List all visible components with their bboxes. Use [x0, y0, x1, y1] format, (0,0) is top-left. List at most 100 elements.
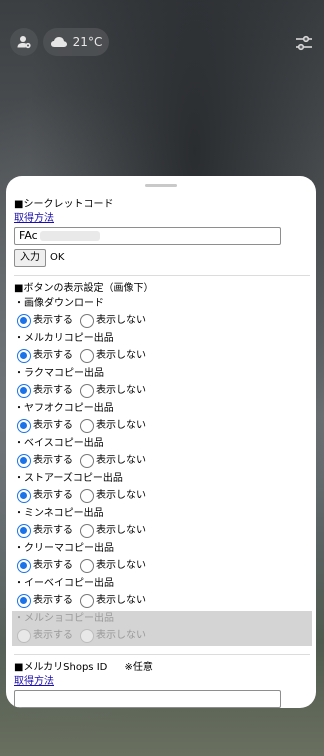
radio-button[interactable]	[80, 559, 94, 573]
setting-label: ・メルカリコピー出品	[14, 333, 114, 344]
radio-label: 表示する	[33, 525, 73, 536]
radio-group: 表示する 表示しない	[14, 451, 310, 471]
setting-label: ・ヤフオクコピー出品	[14, 403, 114, 414]
setting-group: ・ストアーズコピー出品 表示する 表示しない	[14, 471, 310, 506]
show-option[interactable]: 表示する	[14, 594, 73, 608]
setting-label: ・クリーマコピー出品	[14, 543, 114, 554]
temperature-label: 21°C	[72, 35, 103, 49]
radio-label: 表示しない	[96, 595, 146, 606]
setting-group: ・イーベイコピー出品 表示する 表示しない	[14, 576, 310, 611]
hide-option[interactable]: 表示しない	[77, 384, 146, 398]
hide-option[interactable]: 表示しない	[77, 349, 146, 363]
radio-label: 表示しない	[96, 525, 146, 536]
radio-button[interactable]	[17, 384, 31, 398]
radio-label: 表示する	[33, 455, 73, 466]
setting-label: ・画像ダウンロード	[14, 298, 104, 309]
hide-option: 表示しない	[77, 629, 146, 643]
show-option[interactable]: 表示する	[14, 559, 73, 573]
hide-option[interactable]: 表示しない	[77, 489, 146, 503]
radio-button[interactable]	[17, 314, 31, 328]
radio-label: 表示する	[33, 420, 73, 431]
radio-group: 表示する 表示しない	[14, 556, 310, 576]
radio-button[interactable]	[17, 419, 31, 433]
setting-group: ・ヤフオクコピー出品表示する 表示しない	[14, 401, 310, 436]
radio-label: 表示する	[33, 385, 73, 396]
radio-label: 表示しない	[96, 350, 146, 361]
display-settings-list: ・画像ダウンロード 表示する 表示しない ・メルカリコピー出品 表示する 表示しない ・ラク…	[12, 296, 312, 646]
radio-button[interactable]	[80, 314, 94, 328]
setting-label: ・ベイスコピー出品	[14, 438, 104, 449]
radio-group: 表示する 表示しない	[14, 626, 312, 646]
radio-group: 表示する 表示しない	[14, 381, 310, 401]
show-option[interactable]: 表示する	[14, 314, 73, 328]
shops-id-how-to-link[interactable]: 取得方法	[14, 675, 310, 689]
radio-label: 表示しない	[96, 560, 146, 571]
section-divider	[14, 654, 310, 655]
radio-button[interactable]	[80, 489, 94, 503]
show-option[interactable]: 表示する	[14, 419, 73, 433]
radio-label: 表示する	[33, 350, 73, 361]
radio-button[interactable]	[17, 524, 31, 538]
radio-group: 表示する 表示しない	[14, 521, 310, 541]
radio-label: 表示しない	[96, 385, 146, 396]
display-settings-heading: ■ボタンの表示設定（画像下）	[14, 283, 154, 294]
radio-label: 表示しない	[96, 315, 146, 326]
submit-code-button[interactable]: 入力	[14, 249, 46, 267]
show-option[interactable]: 表示する	[14, 489, 73, 503]
shops-id-input[interactable]	[14, 690, 281, 708]
radio-button	[17, 629, 31, 643]
sliders-icon	[296, 35, 312, 51]
weather-widget[interactable]: 21°C	[43, 28, 109, 56]
settings-button[interactable]	[292, 31, 316, 55]
radio-group: 表示する 表示しない	[14, 486, 310, 506]
radio-group: 表示する 表示しない	[14, 311, 310, 331]
radio-group: 表示する 表示しない	[14, 416, 310, 436]
radio-button[interactable]	[80, 349, 94, 363]
hide-option[interactable]: 表示しない	[77, 419, 146, 433]
radio-button[interactable]	[80, 419, 94, 433]
code-status-text: OK	[50, 252, 65, 263]
radio-label: 表示する	[33, 560, 73, 571]
secret-code-heading: ■シークレットコード	[14, 199, 114, 210]
radio-button[interactable]	[17, 489, 31, 503]
radio-label: 表示する	[33, 315, 73, 326]
radio-label: 表示する	[33, 630, 73, 641]
radio-label: 表示する	[33, 595, 73, 606]
radio-label: 表示しない	[96, 630, 146, 641]
show-option[interactable]: 表示する	[14, 454, 73, 468]
setting-group: ・画像ダウンロード表示する 表示しない	[14, 296, 310, 331]
radio-button	[80, 629, 94, 643]
hide-option[interactable]: 表示しない	[77, 454, 146, 468]
setting-group: ・ラクマコピー出品 表示する 表示しない	[14, 366, 310, 401]
hide-option[interactable]: 表示しない	[77, 314, 146, 328]
radio-label: 表示しない	[96, 490, 146, 501]
setting-label: ・ストアーズコピー出品	[14, 473, 123, 484]
setting-label: ・ミンネコピー出品	[14, 508, 104, 519]
secret-code-how-to-link[interactable]: 取得方法	[14, 212, 310, 226]
account-button[interactable]	[10, 28, 38, 56]
cloud-icon	[50, 37, 67, 47]
radio-button[interactable]	[17, 594, 31, 608]
hide-option[interactable]: 表示しない	[77, 559, 146, 573]
hide-option[interactable]: 表示しない	[77, 594, 146, 608]
drag-handle[interactable]	[145, 184, 177, 187]
radio-button[interactable]	[17, 454, 31, 468]
radio-button[interactable]	[80, 594, 94, 608]
show-option[interactable]: 表示する	[14, 349, 73, 363]
secret-code-input[interactable]: FAc	[14, 227, 281, 245]
hide-option[interactable]: 表示しない	[77, 524, 146, 538]
sheet-content: ■シークレットコード 取得方法 FAc 入力 OK ■ボタンの表示設定（画像下）…	[12, 198, 312, 708]
secret-code-input-value: FAc	[19, 229, 38, 242]
radio-group: 表示する 表示しない	[14, 346, 310, 366]
disabled-setting-block: ・メルショコピー出品 表示する 表示しない	[12, 611, 312, 646]
show-option[interactable]: 表示する	[14, 384, 73, 398]
radio-button[interactable]	[80, 384, 94, 398]
radio-button[interactable]	[17, 559, 31, 573]
radio-button[interactable]	[80, 524, 94, 538]
show-option: 表示する	[14, 629, 73, 643]
setting-group: ・ミンネコピー出品表示する 表示しない	[14, 506, 310, 541]
radio-button[interactable]	[17, 349, 31, 363]
show-option[interactable]: 表示する	[14, 524, 73, 538]
radio-button[interactable]	[80, 454, 94, 468]
setting-group: ・メルカリコピー出品表示する 表示しない	[14, 331, 310, 366]
